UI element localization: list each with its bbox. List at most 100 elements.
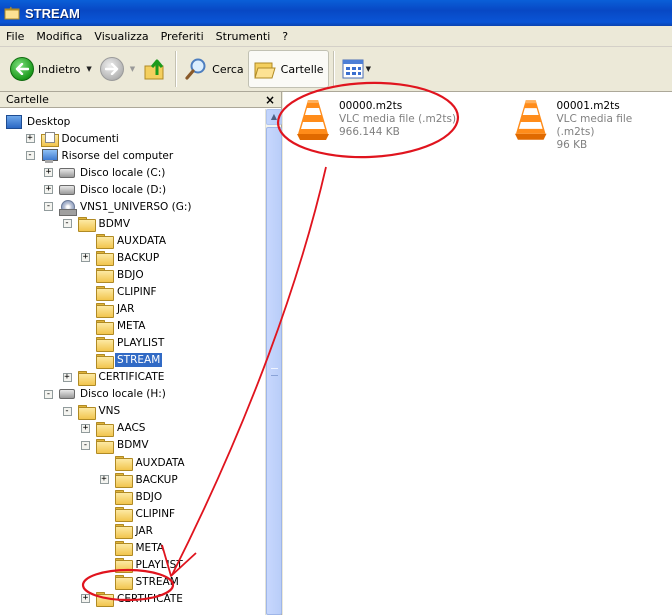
back-button[interactable]: Indietro ▼ xyxy=(6,51,96,87)
forward-button[interactable]: ▼ xyxy=(96,51,139,87)
scroll-up-button[interactable]: ▲ xyxy=(266,109,282,125)
tree-item-label: CERTIFICATE xyxy=(98,371,165,384)
tree-item-label: META xyxy=(117,320,146,333)
vertical-scrollbar[interactable]: ▲ xyxy=(265,109,282,615)
folders-pane: Cartelle × Desktop + Documenti - Risorse del… xyxy=(0,92,282,615)
tree-item[interactable]: STREAM xyxy=(96,352,163,369)
collapse-icon[interactable]: - xyxy=(62,406,72,416)
folder-icon xyxy=(96,234,114,250)
tree-item[interactable]: Desktop xyxy=(6,113,72,130)
folder-icon xyxy=(96,592,114,608)
tree-item-label: STREAM xyxy=(115,353,163,368)
menu-item-strumenti[interactable]: Strumenti xyxy=(210,30,277,43)
collapse-icon[interactable]: - xyxy=(81,440,90,450)
expand-icon[interactable]: + xyxy=(81,594,90,604)
collapse-icon[interactable]: - xyxy=(44,202,53,212)
menu-item-preferiti[interactable]: Preferiti xyxy=(155,30,210,43)
close-icon[interactable]: × xyxy=(265,94,275,106)
tree-item[interactable]: Documenti xyxy=(40,130,121,148)
tree-item[interactable]: CERTIFICATE xyxy=(77,369,167,386)
folder-icon xyxy=(114,507,133,523)
views-button[interactable]: ▼ xyxy=(338,51,375,87)
toolbar: Indietro ▼ ▼ Cerca Cartelle ▼ xyxy=(0,47,672,92)
tree-item[interactable]: BDMV xyxy=(77,215,133,233)
expand-icon[interactable]: + xyxy=(62,372,72,382)
title-bar: STREAM xyxy=(0,0,672,26)
folder-icon xyxy=(114,456,133,471)
tree-item[interactable]: META xyxy=(114,539,166,557)
tree-item[interactable]: JAR xyxy=(96,301,136,318)
tree-item-label: CLIPINF xyxy=(117,286,157,298)
tree-item[interactable]: BDMV xyxy=(96,437,151,454)
folder-icon xyxy=(114,490,133,506)
tree-item-label: Disco locale (D:) xyxy=(80,183,167,196)
chevron-down-icon[interactable]: ▼ xyxy=(86,65,91,73)
menu-item-help[interactable]: ? xyxy=(276,30,294,43)
tree-item-label: BDJO xyxy=(135,490,163,503)
folder-icon xyxy=(96,353,114,369)
tree-item[interactable]: BDJO xyxy=(114,488,165,506)
folder-icon xyxy=(96,421,114,437)
file-item[interactable]: 00000.m2ts VLC media file (.m2ts) 966.144 … xyxy=(293,96,456,140)
expand-icon[interactable]: + xyxy=(81,423,90,433)
tree-item[interactable]: JAR xyxy=(114,522,155,540)
expand-icon[interactable]: + xyxy=(99,475,109,485)
file-name: 00000.m2ts xyxy=(339,100,403,112)
tree-item[interactable]: Disco locale (C:) xyxy=(59,164,167,181)
menu-item-modifica[interactable]: Modifica xyxy=(30,30,88,43)
cd-drive-icon xyxy=(59,199,77,216)
tree-item[interactable]: VNS1_UNIVERSO (G:) xyxy=(59,198,194,216)
search-icon xyxy=(185,58,206,80)
tree-item-label: BDMV xyxy=(117,439,149,452)
tree-item[interactable]: VNS xyxy=(77,403,123,420)
folders-pane-header: Cartelle × xyxy=(0,92,281,108)
search-button[interactable]: Cerca xyxy=(180,51,248,87)
chevron-down-icon[interactable]: ▼ xyxy=(366,65,371,73)
folder-tree: Desktop + Documenti - Risorse del computer + D… xyxy=(0,109,265,615)
folders-button[interactable]: Cartelle xyxy=(247,50,329,88)
tree-item[interactable]: Disco locale (D:) xyxy=(59,181,168,198)
menu-item-visualizza[interactable]: Visualizza xyxy=(88,30,154,43)
tree-item[interactable]: STREAM xyxy=(114,573,181,591)
tree-item[interactable]: META xyxy=(96,318,147,335)
tree-item[interactable]: BDJO xyxy=(96,266,146,284)
tree-item[interactable]: AUXDATA xyxy=(114,454,187,471)
tree-item[interactable]: BACKUP xyxy=(114,471,180,489)
folder-icon xyxy=(96,285,114,301)
folder-icon xyxy=(77,370,96,386)
tree-item-label: JAR xyxy=(135,524,153,537)
folder-icon xyxy=(96,251,114,267)
expand-icon[interactable]: + xyxy=(44,185,53,195)
tree-item[interactable]: AUXDATA xyxy=(96,232,168,250)
file-info: 00000.m2ts VLC media file (.m2ts) 966.144 … xyxy=(339,96,456,140)
tree-item[interactable]: Risorse del computer xyxy=(41,147,176,164)
folder-icon xyxy=(114,524,133,540)
tree-item[interactable]: PLAYLIST xyxy=(114,556,185,574)
tree-item[interactable]: PLAYLIST xyxy=(96,335,166,352)
tree-item-label: Disco locale (H:) xyxy=(80,388,166,401)
vlc-icon xyxy=(514,100,547,140)
expand-icon[interactable]: + xyxy=(25,134,35,144)
expand-icon[interactable]: + xyxy=(81,253,90,263)
file-item[interactable]: 00001.m2ts VLC media file (.m2ts) 96 KB xyxy=(511,96,672,152)
chevron-down-icon[interactable]: ▼ xyxy=(130,65,135,73)
file-name: 00001.m2ts xyxy=(556,100,620,112)
expand-icon[interactable]: + xyxy=(44,168,53,178)
collapse-icon[interactable]: - xyxy=(44,389,53,399)
tree-item[interactable]: CLIPINF xyxy=(114,505,178,523)
computer-icon xyxy=(41,148,58,163)
tree-item[interactable]: CLIPINF xyxy=(96,284,159,301)
tree-item[interactable]: AACS xyxy=(96,420,147,437)
tree-item-label: PLAYLIST xyxy=(117,337,165,350)
toolbar-separator xyxy=(175,51,177,87)
scrollbar-thumb[interactable] xyxy=(266,127,282,615)
views-icon xyxy=(342,59,364,79)
tree-item[interactable]: CERTIFICATE xyxy=(96,590,185,608)
collapse-icon[interactable]: - xyxy=(62,219,72,229)
tree-item[interactable]: BACKUP xyxy=(96,249,161,267)
tree-item[interactable]: Disco locale (H:) xyxy=(59,386,168,403)
up-folder-button[interactable] xyxy=(139,51,171,87)
collapse-icon[interactable]: - xyxy=(25,151,35,161)
menu-item-file[interactable]: File xyxy=(0,30,30,43)
folder-icon xyxy=(114,558,133,574)
